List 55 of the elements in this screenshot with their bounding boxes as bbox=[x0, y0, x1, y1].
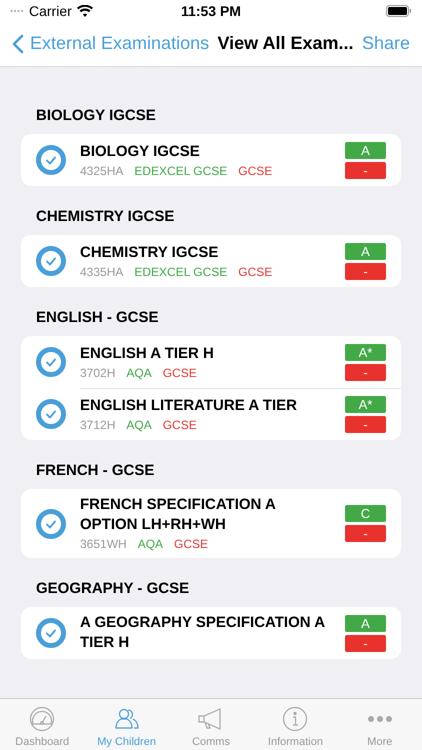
result-badge: - bbox=[345, 634, 386, 652]
exam-title: A GEOGRAPHY SPECIFICATION A TIER H bbox=[80, 613, 326, 653]
exam-code: 3702H bbox=[80, 366, 116, 380]
tab-bar-item[interactable]: Information bbox=[253, 699, 338, 750]
exam-board: EDEXCEL GCSE bbox=[134, 264, 228, 280]
signal-icon bbox=[10, 8, 24, 12]
battery-icon bbox=[386, 4, 412, 16]
grade-badge: A bbox=[345, 242, 386, 260]
result-badge: - bbox=[345, 162, 386, 178]
result-badge: - bbox=[345, 416, 386, 432]
exam-board: AQA bbox=[138, 537, 164, 552]
share-button[interactable]: Share bbox=[362, 33, 410, 54]
exam-code: 4335HA bbox=[80, 264, 124, 280]
screen-title: View All Exam... bbox=[216, 33, 355, 54]
tab-bar-item[interactable]: More bbox=[338, 699, 422, 750]
more-icon bbox=[366, 716, 393, 722]
gauge-icon bbox=[29, 706, 56, 732]
result-badge: - bbox=[345, 364, 386, 380]
back-chevron-icon bbox=[12, 34, 24, 54]
exam-level: GCSE bbox=[174, 537, 208, 552]
exam-board: EDEXCEL GCSE bbox=[134, 164, 228, 178]
exam-title: BIOLOGY IGCSE bbox=[80, 142, 200, 162]
clock-time: 11:53 PM bbox=[181, 2, 241, 18]
exam-level: GCSE bbox=[162, 366, 197, 380]
exam-title: FRENCH SPECIFICATION A OPTION LH+RH+WH bbox=[80, 495, 276, 535]
exam-board: AQA bbox=[126, 418, 152, 432]
wifi-icon bbox=[76, 4, 93, 16]
section-header: ENGLISH - GCSE bbox=[36, 309, 159, 327]
exam-level: GCSE bbox=[238, 164, 272, 178]
grade-badge: A* bbox=[345, 344, 386, 360]
exam-board: AQA bbox=[126, 366, 152, 380]
tab-bar-item[interactable]: My Children bbox=[84, 699, 169, 750]
section-header: GEOGRAPHY - GCSE bbox=[36, 580, 190, 598]
section-header: FRENCH - GCSE bbox=[36, 462, 154, 480]
back-button[interactable]: External Examinations bbox=[12, 33, 210, 54]
exam-code: 3712H bbox=[80, 418, 116, 432]
exam-code: 3651WH bbox=[80, 537, 127, 552]
grade-badge: C bbox=[345, 505, 386, 522]
exam-title: CHEMISTRY IGCSE bbox=[80, 242, 218, 262]
result-badge: - bbox=[345, 262, 386, 280]
tab-bar-item[interactable]: Dashboard bbox=[0, 699, 84, 750]
section-header: CHEMISTRY IGCSE bbox=[36, 208, 174, 226]
exam-title: ENGLISH LITERATURE A TIER bbox=[80, 396, 297, 416]
exam-code: 4325HA bbox=[80, 164, 124, 178]
grade-badge: A bbox=[345, 614, 386, 632]
section-header: BIOLOGY IGCSE bbox=[36, 107, 156, 125]
tab-bar-item[interactable]: Comms bbox=[168, 699, 254, 750]
exam-level: GCSE bbox=[238, 264, 272, 280]
grade-badge: A bbox=[345, 142, 386, 158]
grade-badge: A* bbox=[345, 396, 386, 412]
exam-title: ENGLISH A TIER H bbox=[80, 344, 214, 364]
exam-level: GCSE bbox=[162, 418, 197, 432]
carrier-label: Carrier bbox=[29, 2, 72, 18]
info-icon bbox=[282, 706, 308, 732]
result-badge: - bbox=[345, 525, 386, 542]
